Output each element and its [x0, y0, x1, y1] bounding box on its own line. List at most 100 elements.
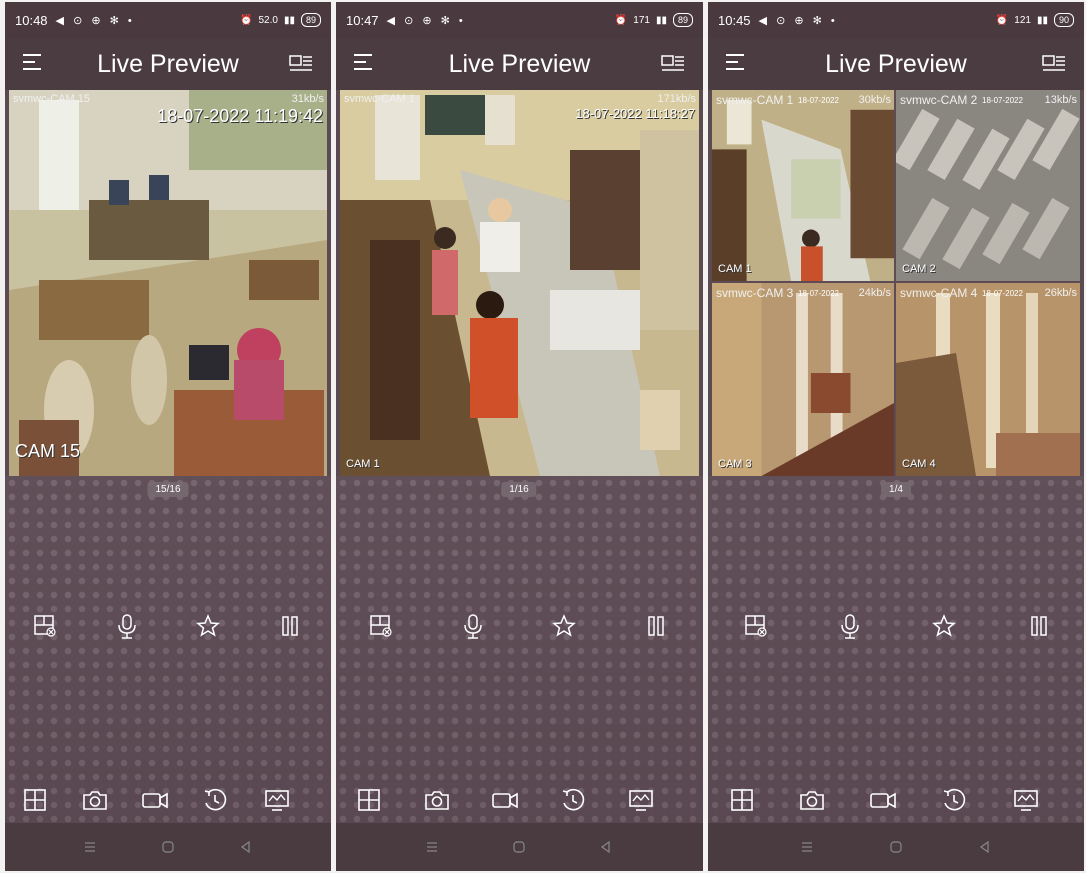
camera-label: CAM 1 [718, 263, 752, 275]
menu-icon[interactable] [799, 839, 815, 855]
split-window-icon[interactable] [742, 612, 770, 640]
bitrate: 30kb/s [858, 94, 891, 106]
playback-icon[interactable] [940, 786, 968, 814]
camera-label: CAM 1 [346, 458, 380, 470]
camera-name: svmwc-CAM 2 [900, 93, 978, 107]
status-time: 10:47 [346, 12, 379, 28]
camera-feed[interactable]: svmwc-CAM 15 31kb/s 18-07-2022 11:19:42 … [9, 90, 327, 476]
signal-icon: ▮▮ [1036, 14, 1048, 26]
split-window-icon[interactable] [31, 612, 59, 640]
monitor-icon[interactable] [627, 786, 655, 814]
signal-icon: ▮▮ [655, 14, 667, 26]
camera-icon[interactable] [423, 786, 451, 814]
back-icon[interactable] [598, 839, 614, 855]
notification-icons: ◀ ⊙ ⊕ ✻ • [758, 14, 838, 27]
page-indicator: 1/4 [881, 482, 911, 497]
page-title: Live Preview [97, 49, 239, 78]
pause-icon[interactable] [642, 612, 670, 640]
camera-name: svmwc-CAM 1 [716, 93, 794, 107]
microphone-icon[interactable] [459, 612, 487, 640]
menu-icon[interactable] [82, 839, 98, 855]
bitrate: 171kb/s [657, 93, 696, 105]
phone-screen-1: 10:48 ◀ ⊙ ⊕ ✻ • ⏰ 52.0 ▮▮ 89 Live Previe… [5, 2, 331, 871]
camera-name: svmwc-CAM 4 [900, 286, 978, 300]
system-navbar [708, 823, 1084, 871]
menu-icon[interactable] [424, 839, 440, 855]
monitor-icon[interactable] [1012, 786, 1040, 814]
camera-feed-1[interactable]: svmwc-CAM 1 18-07-2022 30kb/s CAM 1 [712, 90, 896, 283]
network-speed: 171 [633, 14, 650, 26]
video-record-icon[interactable] [869, 786, 897, 814]
camera-label: CAM 4 [902, 458, 936, 470]
page-title: Live Preview [448, 49, 591, 78]
camera-feed-3[interactable]: svmwc-CAM 3 18-07-2022 24kb/s CAM 3 [712, 283, 896, 476]
video-record-icon[interactable] [141, 786, 169, 814]
back-icon[interactable] [977, 839, 993, 855]
pause-icon[interactable] [1025, 612, 1053, 640]
status-right: ⏰ 121 ▮▮ 90 [996, 13, 1074, 27]
camera-label: CAM 3 [718, 458, 752, 470]
star-icon[interactable] [930, 612, 958, 640]
control-background [5, 476, 331, 823]
video-record-icon[interactable] [491, 786, 519, 814]
microphone-icon[interactable] [836, 612, 864, 640]
device-list-icon[interactable] [289, 53, 313, 78]
system-navbar [5, 823, 331, 871]
home-icon[interactable] [511, 839, 527, 855]
page-indicator: 15/16 [147, 482, 189, 497]
grid-layout-icon[interactable] [355, 786, 383, 814]
notification-icons: ◀ ⊙ ⊕ ✻ • [55, 14, 135, 27]
menu-icon[interactable] [23, 54, 43, 72]
camera-frame-image [896, 90, 1080, 281]
camera-label: CAM 15 [15, 441, 81, 461]
status-bar: 10:45 ◀ ⊙ ⊕ ✻ • ⏰ 121 ▮▮ 90 [708, 2, 1084, 38]
split-window-icon[interactable] [367, 612, 395, 640]
playback-icon[interactable] [559, 786, 587, 814]
video-view[interactable]: svmwc-CAM 1 171kb/s 18-07-2022 11:18:27 … [340, 90, 699, 476]
grid-layout-icon[interactable] [21, 786, 49, 814]
control-row [5, 608, 331, 644]
status-right: ⏰ 171 ▮▮ 89 [615, 13, 693, 27]
app-header: Live Preview [708, 38, 1084, 90]
app-header: Live Preview [336, 38, 703, 90]
timestamp: 18-07-2022 [798, 96, 839, 105]
microphone-icon[interactable] [113, 612, 141, 640]
star-icon[interactable] [194, 612, 222, 640]
home-icon[interactable] [888, 839, 904, 855]
camera-icon[interactable] [81, 786, 109, 814]
control-background [708, 476, 1084, 823]
video-view[interactable]: svmwc-CAM 15 31kb/s 18-07-2022 11:19:42 … [9, 90, 327, 476]
screenshot-collage: 10:48 ◀ ⊙ ⊕ ✻ • ⏰ 52.0 ▮▮ 89 Live Previe… [0, 0, 1086, 873]
page-indicator: 1/16 [501, 482, 537, 497]
grid-layout-icon[interactable] [728, 786, 756, 814]
camera-frame-image [896, 283, 1080, 476]
camera-icon[interactable] [798, 786, 826, 814]
playback-icon[interactable] [201, 786, 229, 814]
toolbar [708, 782, 1084, 818]
bitrate: 26kb/s [1044, 287, 1077, 299]
menu-icon[interactable] [726, 54, 746, 72]
device-list-icon[interactable] [1042, 53, 1066, 78]
camera-feed[interactable]: svmwc-CAM 1 171kb/s 18-07-2022 11:18:27 … [340, 90, 699, 476]
alarm-icon: ⏰ [995, 14, 1009, 26]
monitor-icon[interactable] [263, 786, 291, 814]
alarm-icon: ⏰ [240, 14, 253, 26]
timestamp: 18-07-2022 [798, 289, 839, 298]
camera-frame-image [712, 283, 894, 476]
camera-frame-image [9, 90, 327, 476]
back-icon[interactable] [238, 839, 254, 855]
menu-icon[interactable] [354, 54, 374, 72]
toolbar [336, 782, 703, 818]
camera-feed-4[interactable]: svmwc-CAM 4 18-07-2022 26kb/s CAM 4 [896, 283, 1080, 476]
camera-feed-2[interactable]: svmwc-CAM 2 18-07-2022 13kb/s CAM 2 [896, 90, 1080, 283]
pause-icon[interactable] [276, 612, 304, 640]
star-icon[interactable] [550, 612, 578, 640]
status-bar: 10:48 ◀ ⊙ ⊕ ✻ • ⏰ 52.0 ▮▮ 89 [5, 2, 331, 38]
control-background [336, 476, 703, 823]
battery-icon: 89 [672, 13, 693, 27]
page-title: Live Preview [825, 49, 967, 78]
device-list-icon[interactable] [661, 53, 685, 78]
network-speed: 121 [1014, 14, 1031, 26]
video-grid: svmwc-CAM 1 18-07-2022 30kb/s CAM 1 svmw… [712, 90, 1080, 476]
home-icon[interactable] [160, 839, 176, 855]
